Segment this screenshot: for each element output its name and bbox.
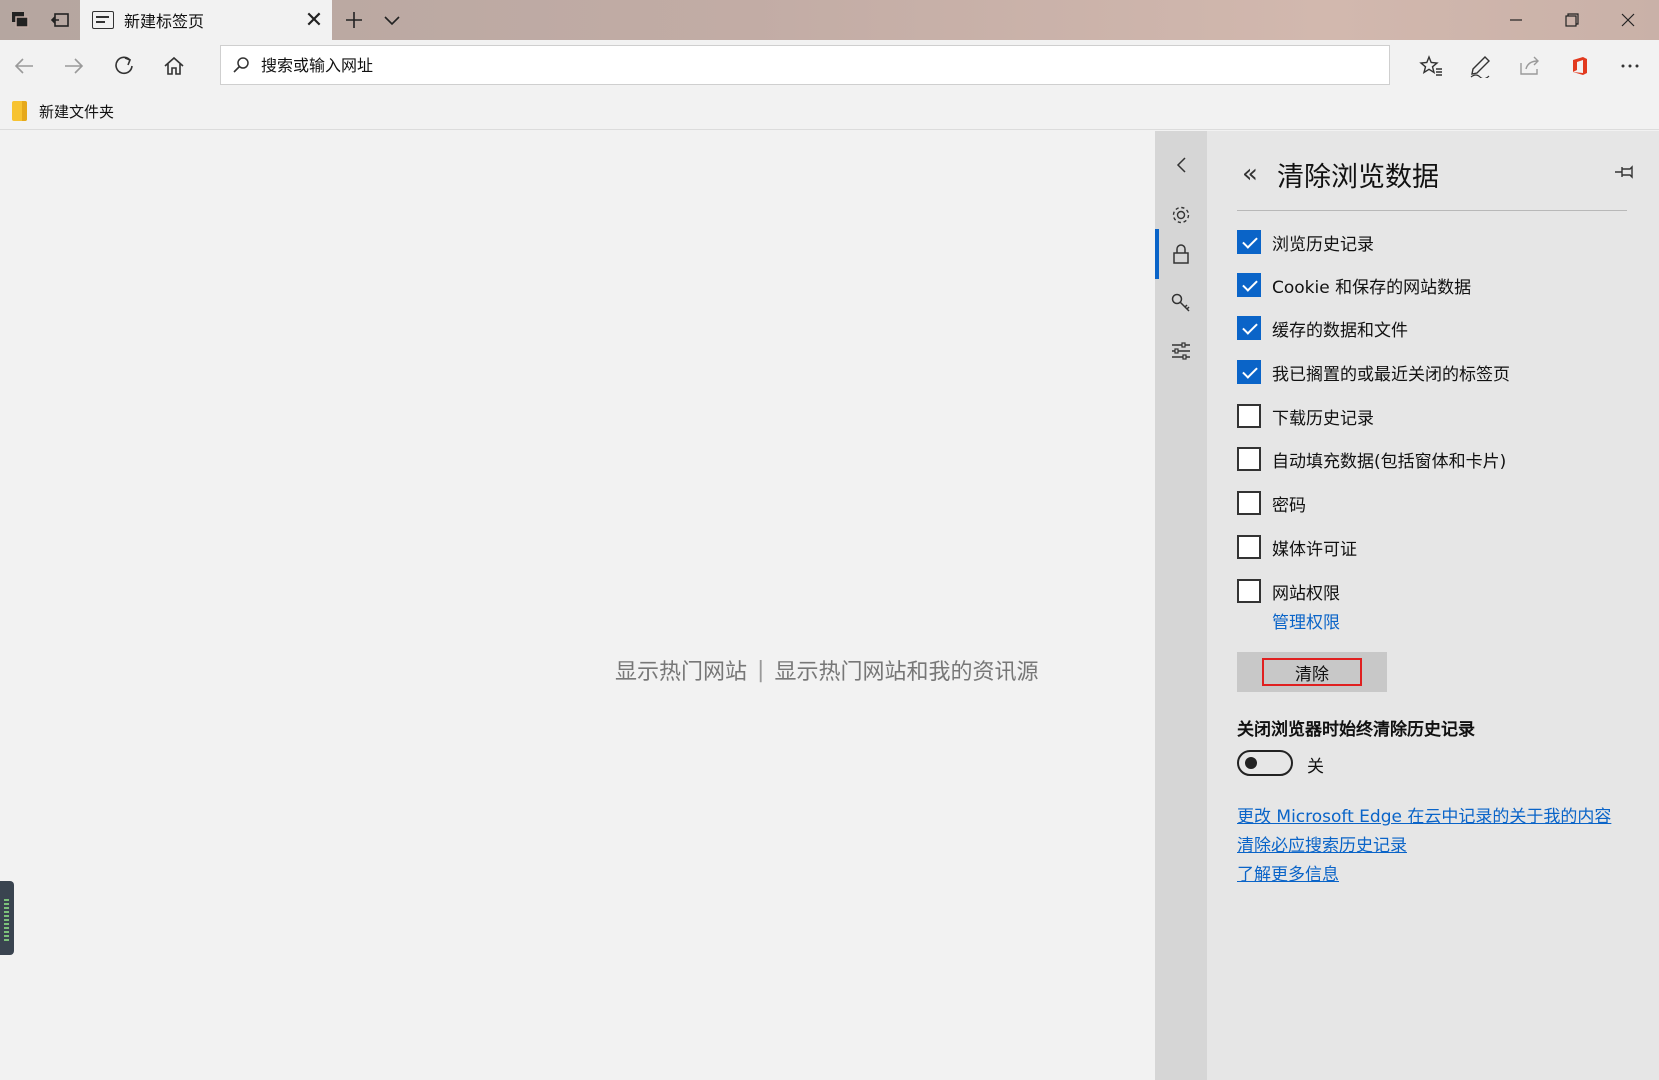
tab-new-tab[interactable]: 新建标签页 ✕ [80, 0, 332, 40]
restore-button[interactable] [1544, 0, 1600, 40]
home-button[interactable] [150, 40, 198, 92]
sliders-icon[interactable] [1155, 327, 1207, 375]
checkbox-site-permissions[interactable]: 网站权限 [1237, 576, 1340, 606]
checkbox-label: 下载历史记录 [1272, 408, 1374, 429]
key-icon[interactable] [1155, 279, 1207, 327]
favorites-folder-label: 新建文件夹 [39, 102, 115, 121]
always-clear-toggle[interactable] [1237, 750, 1293, 776]
tab-preview-chevron-down-icon[interactable] [372, 0, 412, 40]
tab-manager-icon[interactable] [0, 0, 40, 40]
checkbox-cookies[interactable]: Cookie 和保存的网站数据 [1237, 270, 1471, 300]
checkbox[interactable] [1237, 579, 1261, 603]
checkbox-cached-data[interactable]: 缓存的数据和文件 [1237, 313, 1408, 343]
checkbox[interactable] [1237, 535, 1261, 559]
new-tab-page: 显示热门网站 | 显示热门网站和我的资讯源 [0, 131, 1155, 1080]
checkbox-label: 媒体许可证 [1272, 539, 1357, 560]
checkbox-label: 网站权限 [1272, 583, 1340, 604]
side-widget-handle[interactable] [0, 881, 14, 955]
title-bar: 新建标签页 ✕ [0, 0, 1659, 40]
checkbox-label: 自动填充数据(包括窗体和卡片) [1272, 451, 1507, 472]
settings-rail [1155, 131, 1207, 1080]
navigation-bar [0, 40, 1659, 92]
forward-button[interactable] [50, 40, 98, 92]
checkbox[interactable] [1237, 273, 1261, 297]
checkbox-label: 缓存的数据和文件 [1272, 320, 1408, 341]
address-input[interactable] [261, 47, 1389, 83]
back-double-chevron-icon[interactable]: « [1235, 159, 1265, 189]
separator: | [757, 657, 765, 683]
checkbox-label: 我已搁置的或最近关闭的标签页 [1272, 364, 1510, 385]
checkbox[interactable] [1237, 316, 1261, 340]
checkbox-tabs-set-aside[interactable]: 我已搁置的或最近关闭的标签页 [1237, 357, 1510, 387]
learn-more-link[interactable]: 了解更多信息 [1237, 860, 1339, 885]
folder-icon [12, 101, 27, 121]
checkbox[interactable] [1237, 491, 1261, 515]
close-tab-icon[interactable]: ✕ [296, 0, 332, 40]
set-aside-tabs-icon[interactable] [40, 0, 80, 40]
show-top-sites-link[interactable]: 显示热门网站 [615, 654, 747, 686]
favorites-star-icon[interactable] [1407, 40, 1455, 92]
always-clear-label: 关闭浏览器时始终清除历史记录 [1237, 720, 1475, 740]
favorites-folder[interactable]: 新建文件夹 [12, 98, 114, 124]
favorites-bar: 新建文件夹 [0, 92, 1659, 130]
share-icon[interactable] [1506, 40, 1554, 92]
office-icon[interactable] [1556, 40, 1604, 92]
checkbox-media-licenses[interactable]: 媒体许可证 [1237, 532, 1357, 562]
more-options-icon[interactable] [1606, 40, 1654, 92]
manage-permissions-link[interactable]: 管理权限 [1272, 608, 1340, 633]
pin-icon[interactable] [1609, 157, 1639, 187]
change-cloud-data-link[interactable]: 更改 Microsoft Edge 在云中记录的关于我的内容 [1237, 802, 1611, 827]
address-bar[interactable] [220, 45, 1390, 85]
checkbox[interactable] [1237, 404, 1261, 428]
new-tab-plus-icon[interactable] [334, 0, 374, 40]
new-tab-options: 显示热门网站 | 显示热门网站和我的资讯源 [615, 654, 1038, 686]
show-top-sites-and-feed-link[interactable]: 显示热门网站和我的资讯源 [774, 654, 1038, 686]
back-button[interactable] [0, 40, 48, 92]
toggle-state-label: 关 [1307, 757, 1324, 777]
clear-browsing-data-panel: « 清除浏览数据 浏览历史记录 Cookie 和保存的网站数据 缓存的数据和文件… [1207, 131, 1659, 1080]
panel-divider [1237, 210, 1627, 211]
clear-button[interactable]: 清除 [1237, 652, 1387, 692]
panel-title: 清除浏览数据 [1277, 162, 1439, 193]
tab-title: 新建标签页 [124, 12, 205, 31]
checkbox-passwords[interactable]: 密码 [1237, 488, 1306, 518]
checkbox-label: 密码 [1272, 495, 1306, 516]
checkbox-autofill[interactable]: 自动填充数据(包括窗体和卡片) [1237, 444, 1506, 474]
checkbox[interactable] [1237, 447, 1261, 471]
checkbox[interactable] [1237, 230, 1261, 254]
checkbox-label: Cookie 和保存的网站数据 [1272, 277, 1472, 298]
search-icon [221, 45, 261, 85]
minimize-button[interactable] [1488, 0, 1544, 40]
checkbox-browsing-history[interactable]: 浏览历史记录 [1237, 227, 1374, 257]
checkbox-label: 浏览历史记录 [1272, 234, 1374, 255]
clear-bing-history-link[interactable]: 清除必应搜索历史记录 [1237, 831, 1407, 856]
new-tab-page-icon [92, 11, 114, 29]
close-window-button[interactable] [1600, 0, 1656, 40]
lock-icon[interactable] [1155, 230, 1207, 278]
add-notes-pen-icon[interactable] [1456, 40, 1504, 92]
clear-button-label: 清除 [1262, 658, 1362, 686]
collapse-chevron-left-icon[interactable] [1155, 141, 1207, 189]
refresh-button[interactable] [100, 40, 148, 92]
checkbox-download-history[interactable]: 下载历史记录 [1237, 401, 1374, 431]
checkbox[interactable] [1237, 360, 1261, 384]
